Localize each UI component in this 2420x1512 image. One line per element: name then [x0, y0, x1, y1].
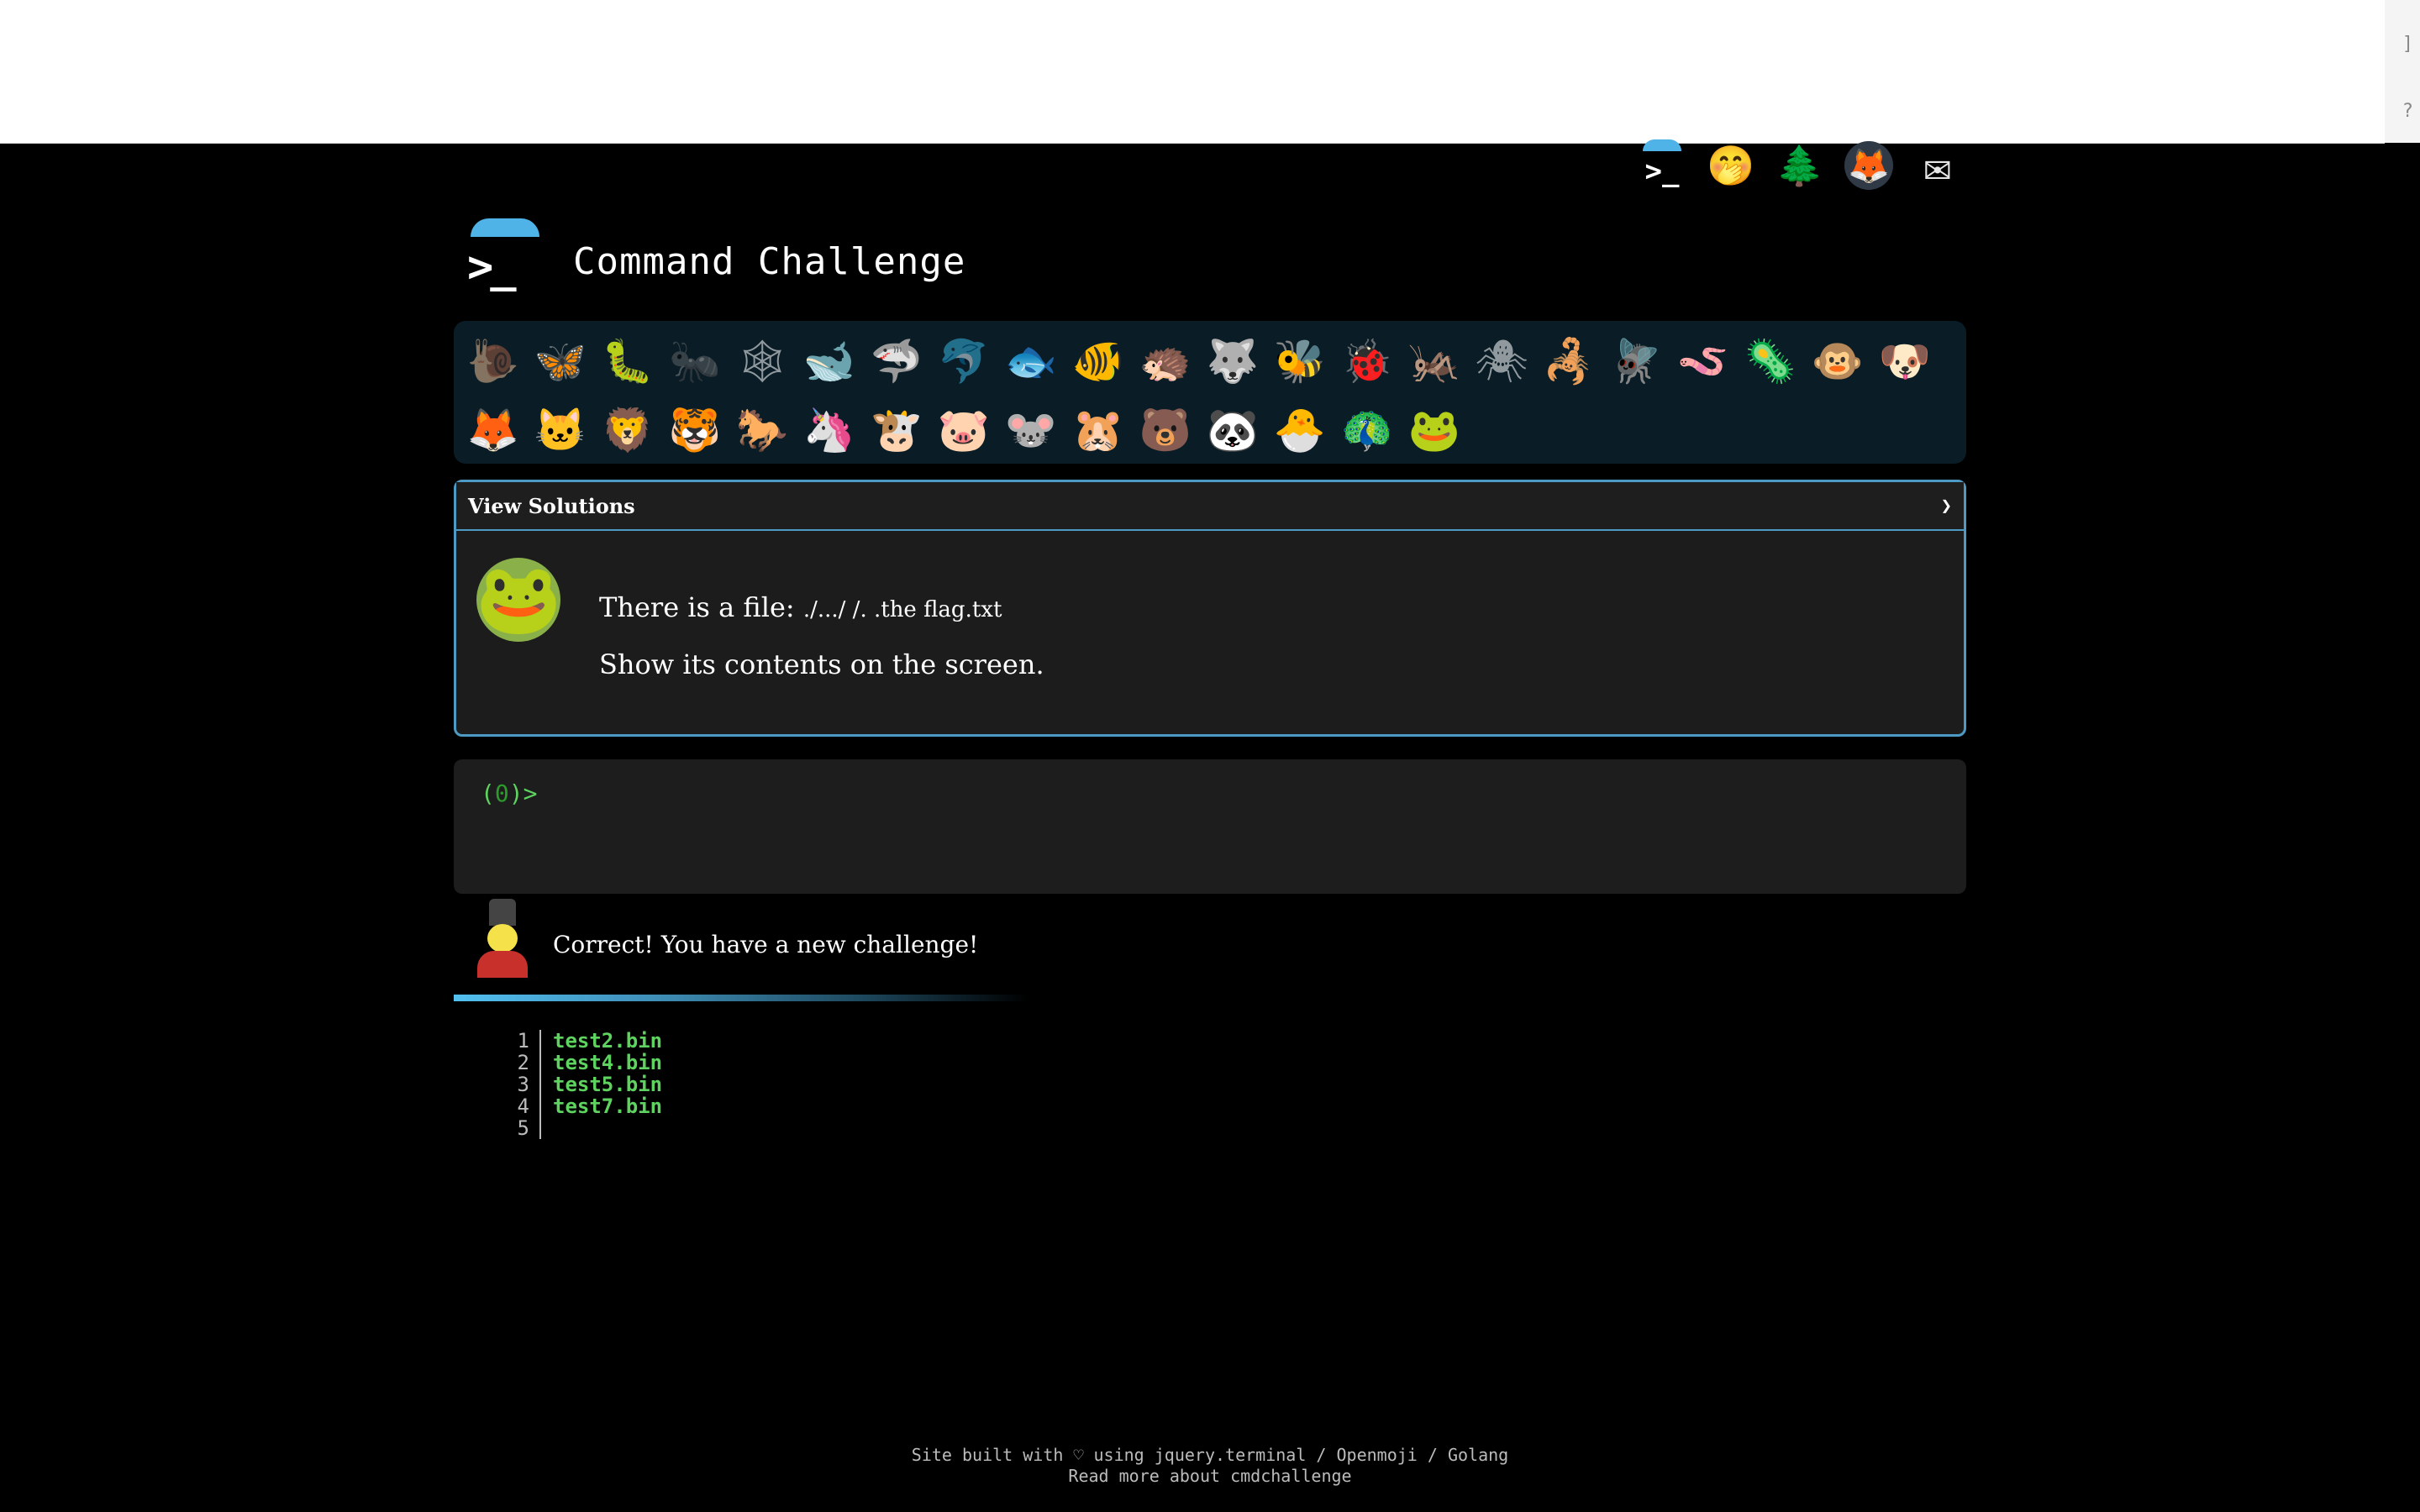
footer-credits: Site built with ♡ using jquery.terminal …	[911, 1445, 1509, 1465]
line-number: 5	[504, 1117, 541, 1139]
browser-edge: ] ?	[2385, 0, 2420, 143]
panda-icon[interactable]: 🐼	[1200, 398, 1265, 462]
logo[interactable]: >_	[467, 218, 539, 292]
output-row: 5	[504, 1117, 662, 1139]
hamster-icon[interactable]: 🐹	[1065, 398, 1131, 462]
unicorn-icon[interactable]: 🦄	[797, 398, 862, 462]
pig-icon[interactable]: 🐷	[931, 398, 997, 462]
header-icons: >_ 🤭 🌲 🦊 ✉	[1638, 139, 1962, 192]
output-filename: test4.bin	[553, 1051, 663, 1074]
edge-mark-1: ]	[2402, 34, 2413, 55]
output-row: 1 test2.bin	[504, 1030, 662, 1052]
guard-face	[487, 924, 518, 953]
terminal-prompt: (0)>	[481, 780, 537, 807]
prompt-close: )>	[508, 780, 538, 807]
tree-icon[interactable]: 🌲	[1776, 141, 1824, 190]
frog-icon[interactable]: 🐸	[1402, 398, 1467, 462]
cow-icon[interactable]: 🐮	[864, 398, 929, 462]
view-solutions-toggle[interactable]: View Solutions ❯	[456, 482, 1964, 531]
line-number: 3	[504, 1074, 541, 1095]
scorpion-icon[interactable]: 🦂	[1536, 329, 1602, 393]
output-row: 3 test5.bin	[504, 1074, 662, 1095]
gitlab-icon[interactable]: 🦊	[1844, 141, 1893, 190]
challenge-prefix: There is a file:	[599, 591, 795, 623]
footer: Site built with ♡ using jquery.terminal …	[0, 1445, 2420, 1487]
shushing-face-icon[interactable]: 🤭	[1707, 141, 1755, 190]
horse-icon[interactable]: 🐎	[729, 398, 795, 462]
ant-icon[interactable]: 🐜	[662, 329, 728, 393]
output-row: 4 test7.bin	[504, 1095, 662, 1117]
dolphin-icon[interactable]: 🐬	[931, 329, 997, 393]
guard-avatar-icon	[472, 899, 533, 978]
fly-icon[interactable]: 🪰	[1603, 329, 1669, 393]
cat-icon[interactable]: 🐱	[528, 398, 593, 462]
dog-icon[interactable]: 🐶	[1872, 329, 1938, 393]
whale-icon[interactable]: 🐋	[797, 329, 862, 393]
output-row: 2 test4.bin	[504, 1052, 662, 1074]
output-filename: test5.bin	[553, 1073, 663, 1096]
hedgehog-icon[interactable]: 🦔	[1133, 329, 1198, 393]
line-number: 2	[504, 1052, 541, 1074]
progress-bar	[454, 995, 1028, 1001]
status-message: Correct! You have a new challenge!	[553, 931, 979, 958]
guard-body	[477, 951, 528, 978]
cricket-icon[interactable]: 🦗	[1402, 329, 1467, 393]
peacock-icon[interactable]: 🦚	[1334, 398, 1400, 462]
mail-icon[interactable]: ✉	[1913, 139, 1962, 192]
lion-icon[interactable]: 🦁	[595, 398, 660, 462]
guard-hat	[489, 899, 516, 926]
view-solutions-label: View Solutions	[468, 493, 635, 518]
frog-avatar-icon: 🐸	[476, 558, 561, 642]
fish-icon[interactable]: 🐟	[998, 329, 1064, 393]
challenge-animal-grid: 🐌 🦋 🐛 🐜 🕸 🐋 🦈 🐬 🐟 🐠 🦔 🐺 🐝 🐞 🦗 🕷 🦂 🪰 🪱 🦠 🐵 🐶 🦊 🐱 🦁 🐯 🐎 🦄 🐮 🐷 🐭 🐹 🐻 🐼 🐣 🦚 🐸	[454, 321, 1966, 464]
challenge-instruction: Show its contents on the screen.	[599, 648, 1044, 680]
challenge-file-path: ./.../ /. .the flag.txt	[802, 597, 1002, 622]
output-filename: test2.bin	[553, 1029, 663, 1053]
ladybug-icon[interactable]: 🐞	[1334, 329, 1400, 393]
bear-icon[interactable]: 🐻	[1133, 398, 1198, 462]
terminal-arc	[1643, 139, 1681, 151]
worm-icon[interactable]: 🪱	[1670, 329, 1736, 393]
snail-icon[interactable]: 🐌	[460, 329, 526, 393]
browser-top-area	[0, 0, 2385, 144]
mouse-icon[interactable]: 🐭	[998, 398, 1064, 462]
prompt-count: 0	[494, 780, 509, 807]
terminal-glyph: >_	[1644, 155, 1680, 188]
caterpillar-icon[interactable]: 🐛	[595, 329, 660, 393]
microbe-icon[interactable]: 🦠	[1738, 329, 1803, 393]
footer-read-more-link[interactable]: Read more about cmdchallenge	[0, 1466, 2420, 1487]
tiger-icon[interactable]: 🐯	[662, 398, 728, 462]
butterfly-icon[interactable]: 🦋	[528, 329, 593, 393]
shark-icon[interactable]: 🦈	[864, 329, 929, 393]
spider-web-icon[interactable]: 🕸	[729, 329, 795, 393]
command-output: 1 test2.bin 2 test4.bin 3 test5.bin 4 test7.bin…	[504, 1030, 662, 1139]
terminal-input[interactable]: (0)>	[454, 759, 1966, 894]
prompt-open: (	[481, 780, 495, 807]
monkey-icon[interactable]: 🐵	[1805, 329, 1870, 393]
edge-mark-2: ?	[2402, 101, 2413, 122]
challenge-description: There is a file: ./.../ /. .the flag.txt	[599, 591, 1002, 623]
line-number: 4	[504, 1095, 541, 1117]
bee-icon[interactable]: 🐝	[1267, 329, 1333, 393]
logo-arc	[471, 218, 539, 237]
tropical-fish-icon[interactable]: 🐠	[1065, 329, 1131, 393]
fox-icon[interactable]: 🦊	[460, 398, 526, 462]
wolf-icon[interactable]: 🐺	[1200, 329, 1265, 393]
hatching-chick-icon[interactable]: 🐣	[1267, 398, 1333, 462]
chevron-right-icon: ❯	[1940, 495, 1952, 517]
page-title: Command Challenge	[573, 240, 966, 283]
output-filename: test7.bin	[553, 1095, 663, 1118]
terminal-icon[interactable]: >_	[1638, 139, 1686, 190]
output-filename	[541, 1117, 553, 1139]
line-number: 1	[504, 1030, 541, 1052]
spider-icon[interactable]: 🕷	[1469, 329, 1534, 393]
solutions-panel: View Solutions ❯ 🐸 There is a file: ./..…	[454, 480, 1966, 737]
logo-glyph: >_	[467, 242, 517, 292]
